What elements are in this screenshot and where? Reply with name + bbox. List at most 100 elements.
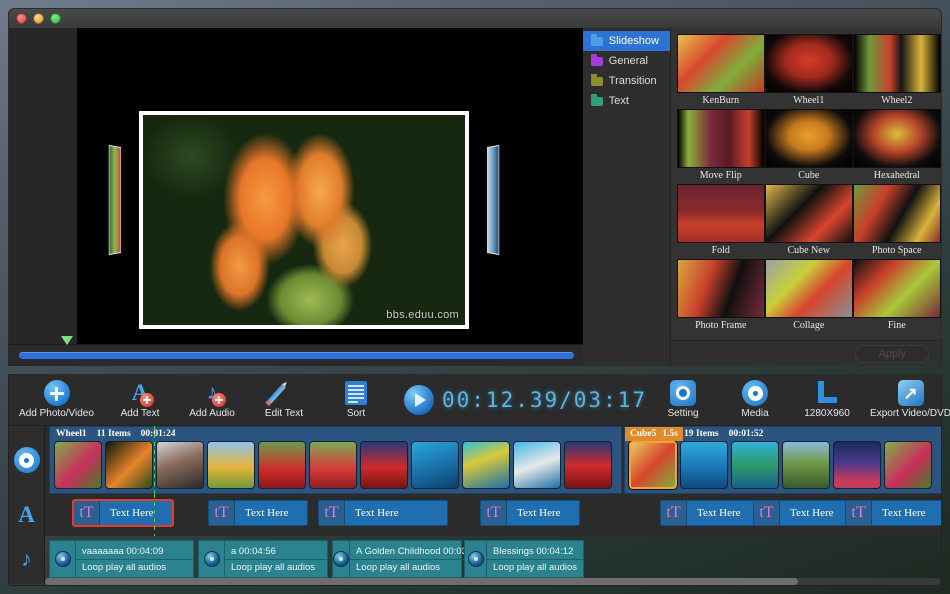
audio-clip[interactable]: vaaaaaaa 00:04:09 Loop play all audios	[49, 540, 194, 578]
theme-item[interactable]: Wheel1	[764, 34, 853, 109]
theme-thumbnail[interactable]	[764, 259, 853, 318]
video-clip[interactable]	[513, 441, 561, 489]
video-clip[interactable]	[680, 441, 728, 489]
video-group[interactable]: Wheel1 11 Items 00:01:24	[49, 426, 622, 494]
video-track-header[interactable]	[9, 426, 45, 494]
apply-button[interactable]: Apply	[855, 344, 929, 363]
timeline-playhead[interactable]	[154, 494, 155, 536]
preview-stage[interactable]: bbs.eduu.com bbs.eduu.com	[9, 28, 583, 366]
theme-thumbnail[interactable]	[764, 34, 853, 93]
theme-item[interactable]: Photo Space	[852, 184, 941, 259]
scrub-track[interactable]	[19, 336, 574, 359]
video-clip[interactable]	[411, 441, 459, 489]
audio-clip-icon	[333, 541, 350, 577]
play-triangle-icon	[415, 392, 426, 407]
theme-item[interactable]: Fold	[676, 184, 765, 259]
theme-item[interactable]: Hexahedral	[852, 109, 941, 184]
audio-clip[interactable]: A Golden Childhood 00:03:5 Loop play all …	[332, 540, 481, 578]
video-clip[interactable]	[884, 441, 932, 489]
audio-clip[interactable]: a 00:04:56 Loop play all audios	[198, 540, 328, 578]
theme-category-text[interactable]: Text	[583, 91, 670, 111]
theme-item[interactable]: Fine	[852, 259, 941, 334]
video-clip[interactable]	[156, 441, 204, 489]
timeline-playhead[interactable]	[154, 426, 155, 494]
theme-item[interactable]: KenBurn	[676, 34, 765, 109]
video-clip[interactable]	[462, 441, 510, 489]
theme-thumbnail[interactable]	[676, 34, 765, 93]
text-clip[interactable]: tT Text Here	[72, 499, 174, 527]
add-audio-button[interactable]: ♪ Add Audio	[176, 380, 248, 419]
close-button[interactable]	[16, 13, 27, 24]
resolution-button[interactable]: 1280X960	[791, 380, 863, 419]
theme-thumbnail[interactable]	[852, 34, 941, 93]
video-clip-selected[interactable]	[629, 441, 677, 489]
theme-category-label: General	[608, 55, 648, 67]
theme-category-general[interactable]: General	[583, 51, 670, 71]
preview-scrubber[interactable]	[9, 336, 583, 366]
theme-item[interactable]: Collage	[764, 259, 853, 334]
playhead-marker[interactable]	[60, 336, 73, 345]
theme-thumbnail[interactable]	[852, 109, 941, 168]
add-text-button[interactable]: A Add Text	[104, 380, 176, 419]
timeline-scrollbar[interactable]	[45, 578, 941, 585]
theme-thumbnail[interactable]	[764, 184, 853, 243]
audio-track-body[interactable]: vaaaaaaa 00:04:09 Loop play all audios a 0…	[45, 536, 941, 584]
theme-item[interactable]: Move Flip	[676, 109, 765, 184]
theme-thumbnail[interactable]	[764, 109, 853, 168]
text-clip[interactable]: tT Text Here	[208, 500, 308, 526]
video-clip[interactable]	[207, 441, 255, 489]
theme-item[interactable]: Photo Frame	[676, 259, 765, 334]
video-clip[interactable]	[360, 441, 408, 489]
text-clip[interactable]: tT Text Here	[845, 500, 941, 526]
audio-track-header[interactable]: ♪	[9, 536, 45, 584]
video-clip[interactable]	[258, 441, 306, 489]
audio-clip-title: Blessings 00:04:12	[487, 544, 583, 560]
video-clip[interactable]	[833, 441, 881, 489]
theme-thumbnail[interactable]	[676, 184, 765, 243]
sort-button[interactable]: Sort	[320, 380, 392, 419]
video-clip[interactable]	[309, 441, 357, 489]
maximize-button[interactable]	[50, 13, 61, 24]
audio-disc-icon	[333, 551, 349, 567]
add-photo-video-label: Add Photo/Video	[19, 408, 94, 419]
video-track-body[interactable]: Wheel111 Items00:01:24Normal 1519 Items0…	[45, 426, 941, 494]
timeline-scrollbar-thumb[interactable]	[45, 578, 798, 585]
toolbar-left-group: Add Photo/Video A Add Text ♪ Add Audio E…	[9, 380, 647, 419]
video-clip[interactable]	[782, 441, 830, 489]
theme-category-slideshow[interactable]: Slideshow	[582, 31, 670, 51]
audio-disc-icon	[54, 551, 71, 567]
edit-text-button[interactable]: Edit Text	[248, 380, 320, 419]
theme-item[interactable]: Cube New	[764, 184, 853, 259]
theme-thumbnail[interactable]	[852, 184, 941, 243]
export-icon	[897, 380, 924, 406]
theme-thumbnail[interactable]	[852, 259, 941, 318]
export-button[interactable]: Export Video/DVD	[863, 380, 950, 419]
text-track-header[interactable]: A	[9, 494, 45, 536]
theme-thumbnail[interactable]	[676, 259, 765, 318]
theme-item[interactable]: Cube	[764, 109, 853, 184]
add-photo-video-button[interactable]: Add Photo/Video	[9, 380, 104, 419]
video-clip[interactable]	[564, 441, 612, 489]
stage-left-strip	[9, 28, 77, 366]
text-track-body[interactable]: tT Text Here tT Text Here tT Text Here tT Text …	[45, 494, 941, 536]
media-button[interactable]: Media	[719, 380, 791, 419]
text-clip[interactable]: tT Text Here	[753, 500, 853, 526]
theme-grid-wrapper: KenBurn Wheel1 Wheel2 Move Flip Cube Hexahedr…	[669, 28, 941, 366]
text-clip[interactable]: tT Text Here	[660, 500, 760, 526]
setting-button[interactable]: Setting	[647, 380, 719, 419]
theme-label: Fold	[711, 245, 730, 256]
theme-item[interactable]: Wheel2	[852, 34, 941, 109]
text-clip[interactable]: tT Text Here	[318, 500, 448, 526]
theme-thumbnail[interactable]	[676, 109, 765, 168]
text-clip[interactable]: tT Text Here	[480, 500, 580, 526]
video-clip[interactable]	[731, 441, 779, 489]
theme-category-transition[interactable]: Transition	[583, 71, 670, 91]
minimize-button[interactable]	[33, 13, 44, 24]
play-button[interactable]	[404, 384, 434, 415]
audio-clip[interactable]: Blessings 00:04:12 Loop play all audios	[464, 540, 584, 578]
audio-clip-title: A Golden Childhood 00:03:5	[350, 544, 481, 560]
video-clip[interactable]	[105, 441, 153, 489]
video-clip[interactable]	[54, 441, 102, 489]
edit-text-icon	[267, 380, 297, 406]
video-group[interactable]: Normal 1519 Items00:01:52Cube51.5s	[624, 426, 941, 494]
